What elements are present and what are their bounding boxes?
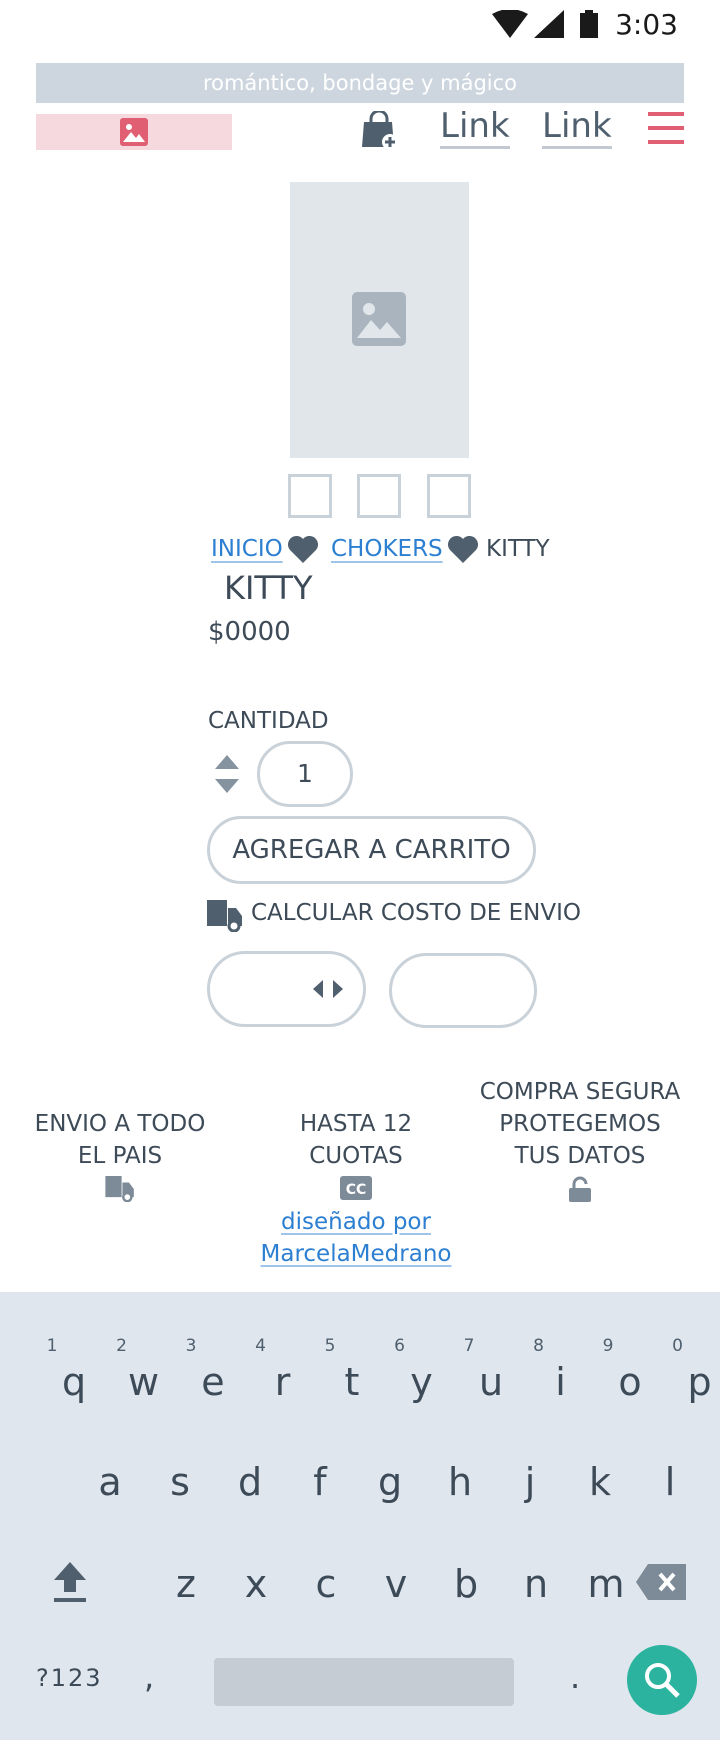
- breadcrumb-home[interactable]: INICIO: [211, 534, 283, 564]
- shipping-calculator-label: CALCULAR COSTO DE ENVIO: [251, 900, 582, 926]
- shopping-bag-icon[interactable]: [361, 111, 397, 149]
- key-b[interactable]: b: [402, 1562, 478, 1642]
- nav-link-1[interactable]: Link: [440, 106, 510, 149]
- key-hint: 9: [602, 1336, 614, 1356]
- key-q[interactable]: 1q: [10, 1332, 86, 1412]
- thumbnail-2[interactable]: [357, 474, 401, 518]
- province-select[interactable]: [207, 951, 366, 1027]
- key-label: l: [664, 1460, 676, 1504]
- key-h[interactable]: h: [396, 1460, 472, 1540]
- key-p[interactable]: 0p: [636, 1332, 711, 1412]
- designer-credit-link-line1[interactable]: diseñado por: [281, 1209, 431, 1235]
- period-key[interactable]: .: [570, 1658, 580, 1696]
- add-to-cart-button[interactable]: AGREGAR A CARRITO: [207, 816, 536, 884]
- breadcrumb-chokers[interactable]: CHOKERS: [331, 534, 443, 564]
- shift-icon[interactable]: [52, 1560, 88, 1602]
- status-bar: 3:03: [0, 0, 720, 48]
- quantity-stepper-arrows-icon[interactable]: [214, 753, 240, 795]
- key-hint: 5: [324, 1336, 336, 1356]
- truck-icon: [105, 1176, 134, 1202]
- thumbnail-3[interactable]: [427, 474, 471, 518]
- key-label: p: [687, 1360, 712, 1404]
- quantity-input[interactable]: 1: [257, 741, 353, 807]
- search-key[interactable]: [627, 1645, 697, 1715]
- key-s[interactable]: s: [116, 1460, 190, 1540]
- key-o[interactable]: 9o: [566, 1332, 642, 1412]
- wifi-icon: [492, 10, 528, 38]
- feature-shipping-line1: ENVIO A TODO: [34, 1111, 206, 1137]
- lock-icon: [569, 1176, 591, 1202]
- key-hint: 3: [185, 1336, 197, 1356]
- feature-installments-line2: CUOTAS: [309, 1143, 403, 1169]
- battery-icon: [580, 10, 598, 38]
- key-hint: 7: [463, 1336, 475, 1356]
- key-label: m: [587, 1562, 625, 1606]
- comma-key[interactable]: ,: [144, 1658, 154, 1696]
- key-g[interactable]: g: [326, 1460, 402, 1540]
- key-r[interactable]: 4r: [219, 1332, 290, 1412]
- feature-secure-line3: TUS DATOS: [514, 1143, 646, 1169]
- signal-icon: [534, 10, 564, 38]
- announcement-bar: romántico, bondage y mágico: [36, 63, 684, 103]
- symbols-key[interactable]: ?123: [36, 1664, 103, 1692]
- heart-icon: [447, 535, 479, 563]
- quantity-label: CANTIDAD: [208, 708, 329, 734]
- feature-secure: COMPRA SEGURA PROTEGEMOS TUS DATOS: [470, 1076, 690, 1202]
- designer-credit-link-line2[interactable]: MarcelaMedrano: [261, 1241, 452, 1267]
- key-hint: 4: [255, 1336, 266, 1356]
- feature-shipping-line2: EL PAIS: [77, 1143, 163, 1169]
- key-n[interactable]: n: [472, 1562, 548, 1642]
- image-placeholder-icon: [352, 292, 406, 346]
- postal-code-input[interactable]: [389, 953, 537, 1028]
- key-hint: 0: [672, 1336, 683, 1356]
- truck-icon: [207, 900, 242, 932]
- key-m[interactable]: m: [542, 1562, 624, 1642]
- key-j[interactable]: j: [466, 1460, 536, 1540]
- feature-secure-line2: PROTEGEMOS: [499, 1111, 661, 1137]
- key-d[interactable]: d: [186, 1460, 262, 1540]
- key-k[interactable]: k: [536, 1460, 611, 1540]
- key-c[interactable]: c: [262, 1562, 337, 1642]
- search-icon: [645, 1663, 680, 1698]
- key-hint: 6: [394, 1336, 405, 1356]
- key-u[interactable]: 7u: [427, 1332, 503, 1412]
- thumbnail-1[interactable]: [288, 474, 332, 518]
- backspace-icon[interactable]: [636, 1564, 686, 1600]
- soft-keyboard: 1q2w3e4r5t6y7u8i9o0pasdfghjklzxcvbnm ?12…: [0, 1292, 720, 1740]
- key-hint: 2: [116, 1336, 127, 1356]
- key-a[interactable]: a: [46, 1460, 121, 1540]
- key-l[interactable]: l: [606, 1460, 676, 1540]
- svg-text:CC: CC: [346, 1182, 367, 1198]
- product-price: $0000: [208, 617, 291, 647]
- clock: 3:03: [615, 8, 678, 41]
- feature-installments: HASTA 12 CUOTAS CC: [256, 1108, 456, 1200]
- key-hint: 8: [533, 1336, 544, 1356]
- heart-icon: [287, 535, 319, 563]
- select-arrows-icon: [313, 980, 343, 998]
- image-icon: [120, 118, 148, 146]
- product-image[interactable]: [290, 182, 469, 458]
- credit-card-icon: CC: [340, 1176, 372, 1200]
- key-y[interactable]: 6y: [358, 1332, 433, 1412]
- store-logo[interactable]: [36, 114, 232, 150]
- designer-credit: diseñado por MarcelaMedrano: [256, 1206, 456, 1270]
- breadcrumb-current: KITTY: [486, 536, 550, 562]
- key-x[interactable]: x: [192, 1562, 268, 1642]
- feature-secure-line1: COMPRA SEGURA: [479, 1079, 681, 1105]
- key-hint: 1: [46, 1336, 58, 1356]
- product-title: KITTY: [224, 569, 313, 607]
- nav-link-2[interactable]: Link: [542, 106, 612, 149]
- key-e[interactable]: 3e: [149, 1332, 225, 1412]
- feature-installments-line1: HASTA 12: [299, 1111, 413, 1137]
- key-i[interactable]: 8i: [497, 1332, 566, 1412]
- key-z[interactable]: z: [122, 1562, 196, 1642]
- key-v[interactable]: v: [332, 1562, 408, 1642]
- feature-shipping: ENVIO A TODO EL PAIS: [20, 1108, 220, 1202]
- key-w[interactable]: 2w: [80, 1332, 159, 1412]
- hamburger-menu-icon[interactable]: [648, 112, 684, 148]
- space-key[interactable]: [214, 1658, 514, 1706]
- key-t[interactable]: 5t: [288, 1332, 360, 1412]
- key-f[interactable]: f: [256, 1460, 326, 1540]
